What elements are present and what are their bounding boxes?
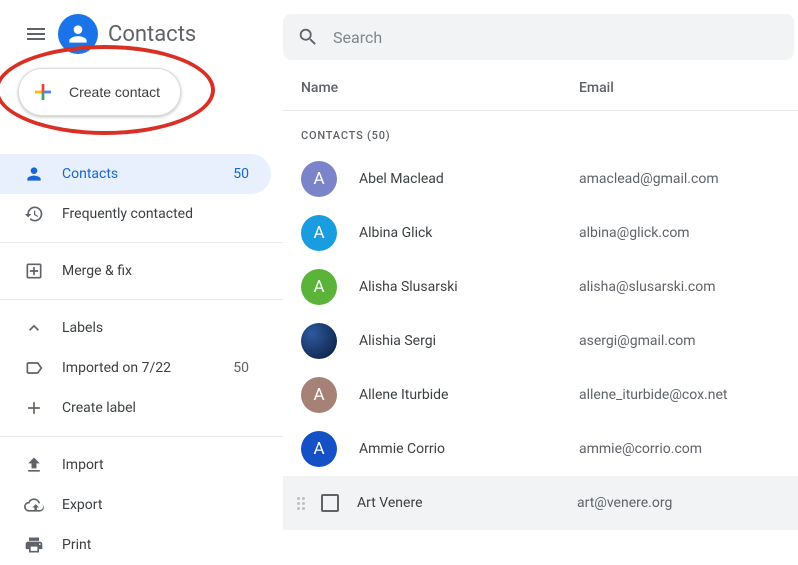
nav-merge-label: Merge & fix	[62, 263, 249, 279]
nav-import-label: Import	[62, 457, 249, 473]
contact-row[interactable]: A Alisha Slusarskialisha@slusarski.com	[283, 260, 798, 314]
avatar: A	[301, 215, 337, 251]
nav-labels-toggle[interactable]: Labels	[0, 308, 271, 348]
search-icon	[297, 26, 319, 48]
nav-contacts-label: Contacts	[62, 166, 215, 182]
divider	[0, 436, 283, 437]
column-header-email: Email	[579, 80, 798, 96]
contact-name: Abel Maclead	[359, 171, 579, 187]
avatar: A	[301, 377, 337, 413]
contact-row[interactable]: A Allene Iturbideallene_iturbide@cox.net	[283, 368, 798, 422]
nav-merge-fix[interactable]: Merge & fix	[0, 251, 271, 291]
search-placeholder: Search	[333, 28, 382, 47]
divider	[0, 299, 283, 300]
create-contact-label: Create contact	[69, 84, 160, 100]
divider	[0, 242, 283, 243]
avatar: A	[301, 269, 337, 305]
list-header: Name Email	[283, 60, 798, 111]
import-icon	[24, 455, 44, 475]
row-checkbox[interactable]	[321, 494, 339, 512]
nav-imported-count: 50	[233, 360, 249, 376]
contact-row[interactable]: Art Venereart@venere.org	[283, 476, 798, 530]
nav-label-imported[interactable]: Imported on 7/22 50	[0, 348, 271, 388]
label-icon	[24, 358, 44, 378]
nav-export-label: Export	[62, 497, 249, 513]
nav-create-label-label: Create label	[62, 400, 249, 416]
chevron-up-icon	[24, 318, 44, 338]
contact-name: Alisha Slusarski	[359, 279, 579, 295]
section-header-contacts: CONTACTS (50)	[283, 111, 798, 152]
contact-name: Albina Glick	[359, 225, 579, 241]
contact-email: asergi@gmail.com	[579, 333, 798, 349]
nav-print[interactable]: Print	[0, 525, 271, 565]
drag-handle-icon[interactable]	[297, 497, 317, 510]
avatar: A	[301, 161, 337, 197]
nav-export[interactable]: Export	[0, 485, 271, 525]
app-title: Contacts	[108, 22, 196, 47]
plus-multicolor-icon	[31, 80, 55, 104]
contact-email: ammie@corrio.com	[579, 441, 798, 457]
contact-name: Allene Iturbide	[359, 387, 579, 403]
nav-frequent-label: Frequently contacted	[62, 206, 249, 222]
contact-email: amaclead@gmail.com	[579, 171, 798, 187]
print-icon	[24, 535, 44, 555]
hamburger-menu-icon[interactable]	[24, 22, 48, 46]
history-icon	[24, 204, 44, 224]
contact-email: allene_iturbide@cox.net	[579, 387, 798, 403]
nav-imported-label: Imported on 7/22	[62, 360, 215, 376]
contact-name: Alishia Sergi	[359, 333, 579, 349]
nav-create-label[interactable]: Create label	[0, 388, 271, 428]
column-header-name: Name	[301, 80, 579, 96]
nav-contacts[interactable]: Contacts 50	[0, 154, 271, 194]
contact-row[interactable]: A Abel Macleadamaclead@gmail.com	[283, 152, 798, 206]
contact-row[interactable]: Alishia Sergiasergi@gmail.com	[283, 314, 798, 368]
person-icon	[24, 164, 44, 184]
contact-email: art@venere.org	[577, 495, 798, 511]
nav-frequently-contacted[interactable]: Frequently contacted	[0, 194, 271, 234]
contacts-list: A Abel Macleadamaclead@gmail.com A Albina G…	[283, 152, 798, 530]
plus-icon	[24, 398, 44, 418]
app-logo	[58, 14, 98, 54]
contact-email: alisha@slusarski.com	[579, 279, 798, 295]
contact-row[interactable]: A Albina Glickalbina@glick.com	[283, 206, 798, 260]
avatar: A	[301, 431, 337, 467]
contact-row[interactable]: A Ammie Corrioammie@corrio.com	[283, 422, 798, 476]
contact-name: Art Venere	[357, 495, 577, 511]
create-contact-button[interactable]: Create contact	[18, 68, 181, 116]
nav-print-label: Print	[62, 537, 249, 553]
avatar	[301, 323, 337, 359]
contact-name: Ammie Corrio	[359, 441, 579, 457]
nav-contacts-count: 50	[233, 166, 249, 182]
search-input[interactable]: Search	[283, 14, 794, 60]
nav-labels-header: Labels	[62, 320, 249, 336]
nav-import[interactable]: Import	[0, 445, 271, 485]
contact-email: albina@glick.com	[579, 225, 798, 241]
export-icon	[24, 495, 44, 515]
merge-fix-icon	[24, 261, 44, 281]
